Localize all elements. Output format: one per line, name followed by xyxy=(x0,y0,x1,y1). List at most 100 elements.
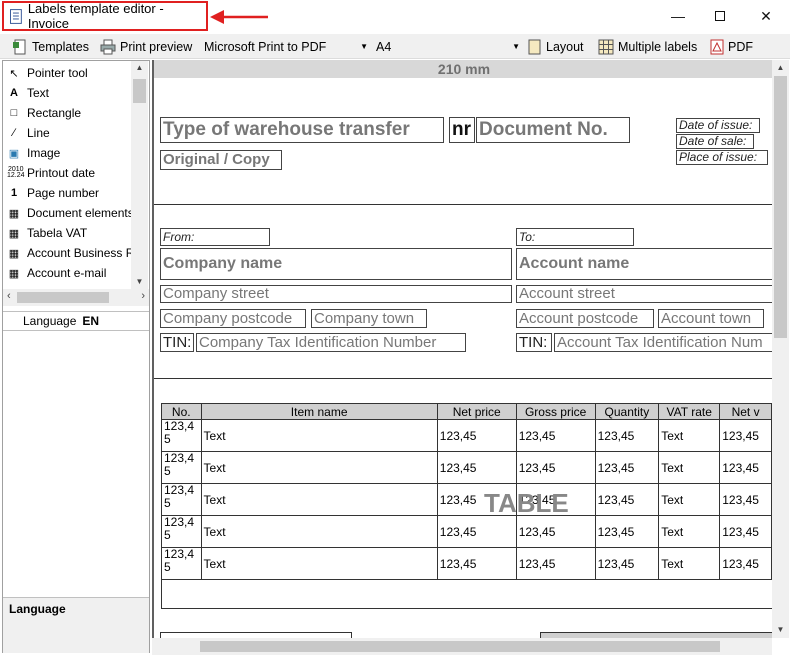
canvas-scrollbar-vertical[interactable]: ▲ ▼ xyxy=(772,60,789,638)
tool-item[interactable]: ▦ Document elements xyxy=(7,203,134,223)
scroll-thumb[interactable] xyxy=(133,79,146,103)
tool-item[interactable]: A Text xyxy=(7,83,49,103)
scroll-thumb[interactable] xyxy=(774,76,787,338)
table-cell: 123,45 xyxy=(594,515,660,548)
table-header-cell: Item name xyxy=(200,403,438,420)
tool-item[interactable]: 1 Page number xyxy=(7,183,99,203)
line-icon: ∕ xyxy=(13,127,15,139)
account-street-field[interactable]: Account street xyxy=(516,285,772,303)
print-preview-button[interactable]: Print preview xyxy=(100,36,192,57)
language-footer: Language xyxy=(3,597,149,653)
scroll-up-icon[interactable]: ▲ xyxy=(772,60,789,76)
pdf-button[interactable]: PDF xyxy=(710,36,753,57)
tools-panel: ↖ Pointer tool A Text □ Rectangle ∕ Line ▣ Image 2… xyxy=(2,60,150,653)
table-watermark: TABLE xyxy=(484,488,569,518)
account-tin-field[interactable]: Account Tax Identification Num xyxy=(554,333,772,352)
scroll-up-icon[interactable]: ▲ xyxy=(131,61,148,75)
tool-label: Tabela VAT xyxy=(27,226,88,240)
table-cell: Text xyxy=(658,483,721,516)
original-copy-field[interactable]: Original / Copy xyxy=(160,150,282,170)
tool-item[interactable]: ▣ Image xyxy=(7,143,61,163)
grid-icon: ▦ xyxy=(8,207,20,220)
table-header-cell: No. xyxy=(161,403,202,420)
nr-field[interactable]: nr xyxy=(449,117,475,143)
tool-label: Pointer tool xyxy=(27,66,88,80)
doc-type-field[interactable]: Type of warehouse transfer xyxy=(160,117,444,143)
scroll-left-icon[interactable]: ‹ xyxy=(7,290,11,302)
doc-no-field[interactable]: Document No. xyxy=(476,117,630,143)
table-cell: 123,45 xyxy=(719,483,772,516)
table-cell: Text xyxy=(658,419,721,452)
table-cell: 123,45 xyxy=(161,547,202,580)
tool-item[interactable]: □ Rectangle xyxy=(7,103,81,123)
table-cell: Text xyxy=(200,547,438,580)
company-tin-label[interactable]: TIN: xyxy=(160,333,194,352)
tools-scrollbar-horizontal[interactable]: ‹ › xyxy=(3,289,149,306)
date-sale-label[interactable]: Date of sale: xyxy=(676,134,754,149)
scroll-down-icon[interactable]: ▼ xyxy=(772,622,789,638)
template-canvas[interactable]: 210 mm Type of warehouse transfer nr Doc… xyxy=(152,60,772,638)
table-header-cell: Gross price xyxy=(515,403,596,420)
company-street-field[interactable]: Company street xyxy=(160,285,512,303)
grid-icon: ▦ xyxy=(8,247,20,260)
tool-item[interactable]: 2010 12.24 Printout date xyxy=(7,163,95,183)
tools-scrollbar-vertical[interactable]: ▲ ▼ xyxy=(131,61,148,289)
account-town-field[interactable]: Account town xyxy=(658,309,764,328)
templates-button[interactable]: Templates xyxy=(12,36,89,57)
canvas-scrollbar-horizontal[interactable] xyxy=(152,638,772,655)
table-cell: 123,45 xyxy=(515,419,596,452)
account-name-field[interactable]: Account name xyxy=(516,248,772,280)
table-cell: Text xyxy=(200,515,438,548)
divider xyxy=(154,378,772,379)
scroll-thumb[interactable] xyxy=(200,641,720,652)
company-postcode-field[interactable]: Company postcode xyxy=(160,309,306,328)
company-name-field[interactable]: Company name xyxy=(160,248,512,280)
company-tin-field[interactable]: Company Tax Identification Number xyxy=(196,333,466,352)
language-row[interactable]: Language EN xyxy=(3,311,149,331)
table-cell: 123,45 xyxy=(515,451,596,484)
tools-list: ↖ Pointer tool A Text □ Rectangle ∕ Line ▣ Image 2… xyxy=(3,61,149,289)
table-cell: 123,45 xyxy=(515,547,596,580)
company-town-field[interactable]: Company town xyxy=(311,309,427,328)
table-row: 123,45 Text 123,45 123,45 123,45 Text 123,45 xyxy=(161,547,772,580)
maximize-button[interactable] xyxy=(698,0,742,32)
date-issue-label[interactable]: Date of issue: xyxy=(676,118,760,133)
minimize-button[interactable]: — xyxy=(656,0,700,32)
printer-icon xyxy=(100,39,116,54)
table-cell: Text xyxy=(200,451,438,484)
table-cell: 123,45 xyxy=(436,515,517,548)
multiple-labels-button[interactable]: Multiple labels xyxy=(598,36,697,57)
account-postcode-field[interactable]: Account postcode xyxy=(516,309,654,328)
printer-select[interactable]: Microsoft Print to PDF ▼ xyxy=(204,36,370,57)
tool-label: Account Business Re xyxy=(27,246,142,260)
table-cell: 123,45 xyxy=(719,419,772,452)
account-tin-label[interactable]: TIN: xyxy=(516,333,552,352)
tool-label: Page number xyxy=(27,186,100,200)
table-row: 123,45 Text 123,45 123,45 123,45 Text 123,45 xyxy=(161,419,772,452)
tool-item[interactable]: ↖ Pointer tool xyxy=(7,63,88,83)
tool-item[interactable]: ▦ Account e-mail xyxy=(7,263,107,283)
layout-button[interactable]: Layout xyxy=(528,36,584,57)
to-label[interactable]: To: xyxy=(516,228,634,246)
scroll-thumb[interactable] xyxy=(17,292,109,303)
text-icon: A xyxy=(10,87,18,99)
layout-icon xyxy=(528,39,541,54)
tool-item[interactable]: ▦ Account Business Re xyxy=(7,243,141,263)
from-label[interactable]: From: xyxy=(160,228,270,246)
table-row: 123,45 Text 123,45 123,45 123,45 Text 123,45 xyxy=(161,451,772,484)
chevron-down-icon: ▼ xyxy=(512,42,520,51)
items-table[interactable]: No. Item name Net price Gross price Quantity… xyxy=(161,403,772,580)
scroll-down-icon[interactable]: ▼ xyxy=(131,275,148,289)
scroll-right-icon[interactable]: › xyxy=(141,290,145,302)
table-cell: 123,45 xyxy=(161,451,202,484)
tool-item[interactable]: ▦ Tabela VAT xyxy=(7,223,87,243)
place-issue-label[interactable]: Place of issue: xyxy=(676,150,768,165)
close-button[interactable]: ✕ xyxy=(744,0,788,32)
title-highlight: Labels template editor - Invoice xyxy=(2,1,208,31)
table-cell: Text xyxy=(658,547,721,580)
chevron-down-icon: ▼ xyxy=(360,42,368,51)
paper-select[interactable]: A4 ▼ xyxy=(376,36,522,57)
tool-item[interactable]: ∕ Line xyxy=(7,123,50,143)
table-cell: 123,45 xyxy=(719,451,772,484)
table-cell: 123,45 xyxy=(436,419,517,452)
